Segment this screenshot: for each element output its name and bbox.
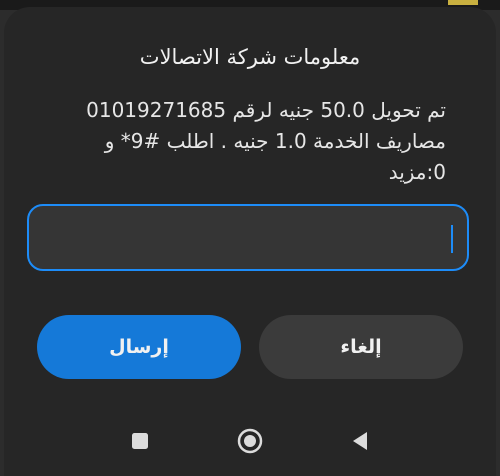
carrier-info-dialog: معلومات شركة الاتصالات تم تحويل 50.0 جني… (4, 7, 496, 476)
navigation-bar (4, 421, 496, 476)
cancel-button-label: إلغاء (340, 336, 382, 358)
home-icon[interactable] (230, 421, 270, 461)
message-line: 0:مزيد (388, 160, 446, 184)
back-icon[interactable] (340, 421, 380, 461)
dialog-message: تم تحويل 50.0 جنيه لرقم 01019271685 مصار… (74, 95, 446, 188)
text-cursor (451, 225, 453, 253)
status-indicator-icon (448, 0, 478, 5)
message-line: تم تحويل 50.0 جنيه لرقم 01019271685 (86, 98, 446, 122)
screen: معلومات شركة الاتصالات تم تحويل 50.0 جني… (0, 0, 500, 476)
cancel-button[interactable]: إلغاء (259, 315, 463, 379)
message-line: مصاريف الخدمة 1.0 جنيه . اطلب #9* و (104, 129, 446, 153)
send-button[interactable]: إرسال (37, 315, 241, 379)
recents-icon[interactable] (120, 421, 160, 461)
ussd-reply-input[interactable] (27, 204, 469, 271)
dialog-title: معلومات شركة الاتصالات (139, 45, 361, 69)
send-button-label: إرسال (109, 336, 169, 358)
